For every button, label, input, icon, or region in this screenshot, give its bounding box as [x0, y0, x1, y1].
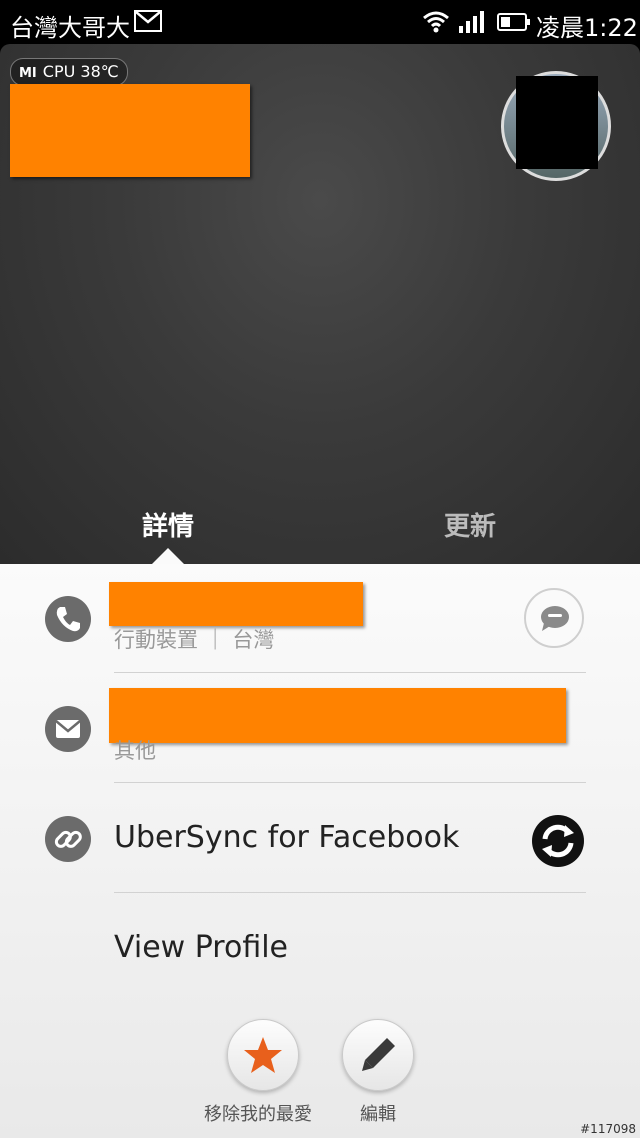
tab-details[interactable]: 詳情 [142, 506, 194, 543]
carrier-name: 台灣大哥大 [10, 14, 130, 42]
cpu-temperature: CPU 38℃ [42, 62, 119, 81]
divider [114, 672, 586, 673]
link-icon [45, 816, 91, 862]
phone-type-label: 行動裝置 ｜ 台灣 [114, 628, 275, 652]
pencil-icon [362, 1038, 395, 1071]
mail-notification-icon [134, 10, 162, 32]
phone-number-redaction [109, 582, 363, 626]
message-icon [541, 606, 569, 631]
tab-updates[interactable]: 更新 [444, 506, 496, 543]
details-panel: 行動裝置 ｜ 台灣 其他 UberSync for Facebook View … [0, 564, 640, 1138]
battery-icon [497, 13, 530, 31]
phone-icon [45, 596, 91, 642]
divider [114, 782, 586, 783]
clock: 凌晨1:22 [536, 14, 638, 42]
tab-selection-indicator [152, 548, 184, 564]
remove-favorite-label: 移除我的最愛 [204, 1104, 312, 1125]
edit-label: 編輯 [360, 1104, 396, 1125]
status-bar: 台灣大哥大 凌晨1:22 [0, 0, 640, 44]
email-icon [45, 706, 91, 752]
star-icon [244, 1037, 282, 1073]
divider [114, 892, 586, 893]
wifi-icon [422, 9, 450, 39]
email-type-label: 其他 [114, 739, 156, 763]
edit-button[interactable] [342, 1019, 414, 1091]
cpu-temperature-badge: MI CPU 38℃ [10, 58, 128, 86]
mi-logo: MI [19, 66, 37, 81]
sync-icon[interactable] [531, 814, 585, 868]
watermark: #117098 [580, 1122, 636, 1136]
email-address-redaction [109, 688, 566, 743]
remove-favorite-button[interactable] [227, 1019, 299, 1091]
send-message-button[interactable] [524, 588, 584, 648]
contact-name-redaction [10, 84, 250, 177]
signal-icon [458, 10, 486, 40]
view-profile-link[interactable]: View Profile [114, 930, 288, 965]
avatar-redaction [516, 76, 598, 169]
contact-header: MI CPU 38℃ 詳情 更新 [0, 44, 640, 564]
sync-account-label[interactable]: UberSync for Facebook [114, 820, 459, 855]
